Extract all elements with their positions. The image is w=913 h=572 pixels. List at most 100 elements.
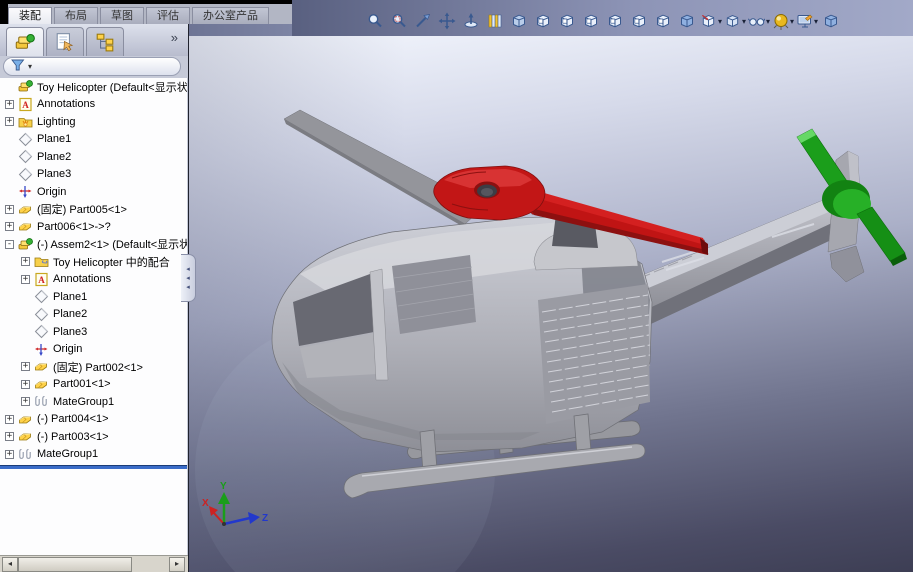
tree-item-label: (固定) Part005<1> <box>37 204 127 217</box>
tree-item[interactable]: + Part006<1>->? <box>0 218 187 236</box>
expand-toggle[interactable]: + <box>5 99 14 109</box>
ribbon-tab-5[interactable]: 办公室产品 <box>192 7 269 24</box>
panel-tab-configurationmanager[interactable] <box>86 27 124 56</box>
panel-tab-featuremanager-design-tree[interactable] <box>6 27 44 56</box>
apply-scene-dropdown-arrow[interactable]: ▾ <box>814 17 818 26</box>
expand-toggle[interactable]: + <box>5 449 14 459</box>
section-view-icon[interactable]: ▾ <box>700 10 722 32</box>
triad-x-label: X <box>202 498 209 509</box>
ribbon-tab-3[interactable]: 草图 <box>100 7 144 24</box>
view-toolbar: ▾ ▾ ▾ ▾ ▾ <box>364 9 842 33</box>
tree-item[interactable]: + (-) Part004<1> <box>0 411 187 429</box>
tree-item-label: Toy Helicopter 中的配合 <box>53 256 170 269</box>
panel-splitter-handle[interactable]: ◂ ◂ ◂ <box>181 254 196 302</box>
expand-toggle[interactable]: + <box>21 362 30 372</box>
tree-item[interactable]: + A Annotations <box>0 96 187 114</box>
panel-tab-propertymanager[interactable] <box>46 27 84 56</box>
filter-dropdown-arrow[interactable]: ▾ <box>28 62 32 71</box>
zoom-in-out-icon[interactable] <box>412 10 434 32</box>
expand-toggle[interactable]: + <box>5 432 14 442</box>
tree-item-label: Part001<1> <box>53 378 111 391</box>
view-top-icon[interactable] <box>628 10 650 32</box>
tree-item[interactable]: Plane2 <box>0 306 187 324</box>
tree-filter-input[interactable]: ▾ <box>3 57 181 76</box>
tree-item[interactable]: Toy Helicopter (Default<显示状态 <box>0 78 187 96</box>
section-curtain-icon[interactable] <box>484 10 506 32</box>
view-right-icon[interactable] <box>604 10 626 32</box>
tree-item[interactable]: Origin <box>0 341 187 359</box>
expand-toggle[interactable]: + <box>5 204 14 214</box>
scroll-thumb[interactable] <box>18 557 132 572</box>
tree-item[interactable]: Plane3 <box>0 166 187 184</box>
ribbon-tab-4[interactable]: 评估 <box>146 7 190 24</box>
tree-item-label: Toy Helicopter (Default<显示状态 <box>37 81 187 94</box>
hide-show-items-icon[interactable]: ▾ <box>748 10 770 32</box>
tree-item[interactable]: Plane1 <box>0 131 187 149</box>
tree-item[interactable]: + Toy Helicopter 中的配合 <box>0 253 187 271</box>
display-style-icon[interactable]: ▾ <box>724 10 746 32</box>
expand-toggle[interactable]: + <box>21 397 30 407</box>
matefolder-icon <box>34 254 49 269</box>
view-back-icon[interactable] <box>556 10 578 32</box>
tree-item[interactable]: Plane2 <box>0 148 187 166</box>
tree-item[interactable]: + A Annotations <box>0 271 187 289</box>
tree-item[interactable]: + MateGroup1 <box>0 393 187 411</box>
part-icon <box>18 202 33 217</box>
tree-item-label: Origin <box>37 185 67 198</box>
scroll-left-button[interactable]: ◂ <box>2 557 18 572</box>
display-style-dropdown-arrow[interactable]: ▾ <box>742 17 746 26</box>
lighting-icon <box>18 114 33 129</box>
tree-item[interactable]: + Part001<1> <box>0 376 187 394</box>
mategroup-icon <box>34 394 49 409</box>
plane-icon <box>34 307 49 322</box>
tree-item[interactable]: - (-) Assem2<1> (Default<显示状态 <box>0 236 187 254</box>
tree-item[interactable]: + Lighting <box>0 113 187 131</box>
solidworks-window: { "ribbon": { "tabs": [ {"label": "装配", … <box>0 0 913 572</box>
tree-item-label: Annotations <box>37 98 96 111</box>
svg-text:A: A <box>38 275 45 285</box>
tree-item[interactable]: + MateGroup1 <box>0 446 187 464</box>
filter-funnel-icon[interactable] <box>10 58 25 75</box>
apply-scene-icon[interactable]: ▾ <box>796 10 818 32</box>
edit-appearance-icon[interactable]: ▾ <box>772 10 794 32</box>
expand-toggle[interactable]: + <box>21 379 30 389</box>
hide-show-items-dropdown-arrow[interactable]: ▾ <box>766 17 770 26</box>
tree-horizontal-scrollbar[interactable]: ◂ ▸ <box>0 555 188 572</box>
expand-toggle[interactable]: + <box>5 414 14 424</box>
origin-icon <box>18 184 33 199</box>
expand-toggle[interactable]: + <box>5 222 14 232</box>
zoom-to-area-icon[interactable] <box>388 10 410 32</box>
view-iso-solid-icon[interactable] <box>676 10 698 32</box>
rollback-bar[interactable] <box>0 465 187 469</box>
expand-toggle[interactable]: + <box>5 117 14 127</box>
ribbon-tab-2[interactable]: 布局 <box>54 7 98 24</box>
graphics-viewport[interactable]: Y Z X <box>189 36 913 572</box>
plane-icon <box>18 149 33 164</box>
assembly-icon <box>18 79 33 94</box>
expand-toggle[interactable]: + <box>21 274 30 284</box>
panel-overflow-chevron[interactable]: » <box>171 30 178 45</box>
tree-item[interactable]: Plane1 <box>0 288 187 306</box>
view-bottom-icon[interactable] <box>652 10 674 32</box>
scroll-right-button[interactable]: ▸ <box>169 557 185 572</box>
tree-item[interactable]: + (固定) Part002<1> <box>0 358 187 376</box>
tree-item-label: (固定) Part002<1> <box>53 361 143 374</box>
expand-toggle[interactable]: - <box>5 239 14 249</box>
view-left-icon[interactable] <box>580 10 602 32</box>
zoom-to-fit-icon[interactable] <box>364 10 386 32</box>
ribbon-tab-1[interactable]: 装配 <box>8 7 52 24</box>
view-front-icon[interactable] <box>532 10 554 32</box>
tree-item[interactable]: + (固定) Part005<1> <box>0 201 187 219</box>
pan-icon[interactable] <box>436 10 458 32</box>
view-settings-icon[interactable] <box>820 10 842 32</box>
tree-item-label: Plane2 <box>37 150 72 163</box>
edit-appearance-dropdown-arrow[interactable]: ▾ <box>790 17 794 26</box>
tree-item[interactable]: Origin <box>0 183 187 201</box>
tree-item-label: (-) Part004<1> <box>37 413 109 426</box>
tree-item[interactable]: + (-) Part003<1> <box>0 428 187 446</box>
view-isometric-icon[interactable] <box>508 10 530 32</box>
expand-toggle[interactable]: + <box>21 257 30 267</box>
tree-item[interactable]: Plane3 <box>0 323 187 341</box>
rotate-view-icon[interactable] <box>460 10 482 32</box>
section-view-dropdown-arrow[interactable]: ▾ <box>718 17 722 26</box>
